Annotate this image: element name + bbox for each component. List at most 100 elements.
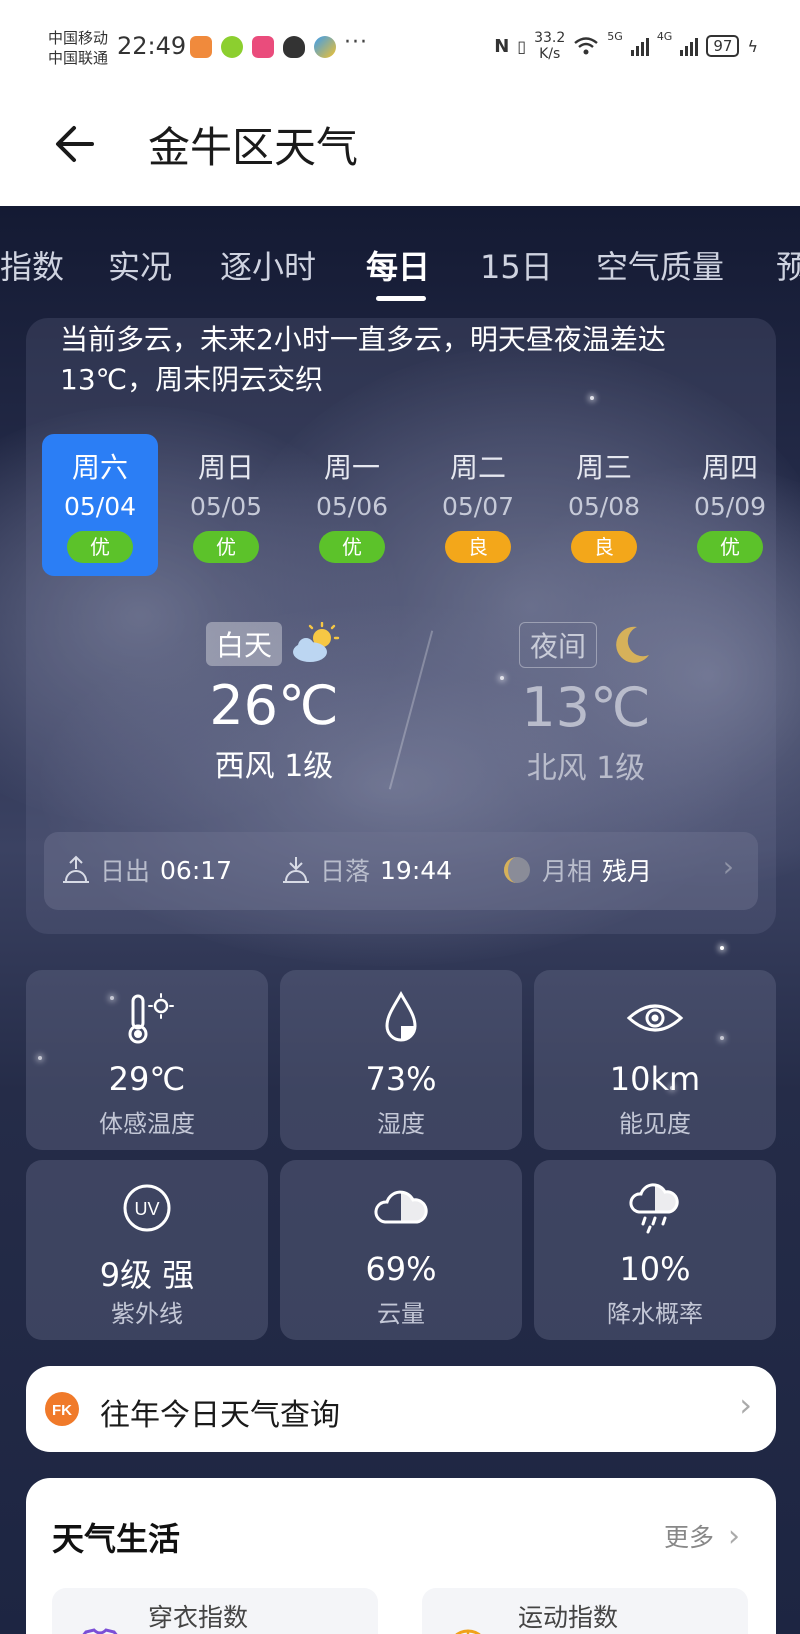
active-tab-indicator <box>376 296 426 301</box>
network-type-1: 5G <box>607 30 623 43</box>
tab-daily[interactable]: 每日 <box>366 242 430 288</box>
tab-air-quality[interactable]: 空气质量 <box>596 242 724 288</box>
historical-weather-button[interactable]: FK 往年今日天气查询 › <box>26 1366 776 1452</box>
moon-icon <box>616 626 649 663</box>
metric-label: 紫外线 <box>111 1300 183 1328</box>
metric-value: 9级 强 <box>99 1256 195 1294</box>
day-date: 05/06 <box>315 492 389 521</box>
battery-level: 97 <box>706 35 740 57</box>
daytime-forecast: 白天 26℃ 西风 1级 <box>134 622 414 785</box>
aqi-badge: 优 <box>697 531 763 563</box>
day-name: 周二 <box>449 451 506 484</box>
moon-phase-value: 残月 <box>602 857 653 886</box>
day-date: 05/07 <box>441 492 515 521</box>
day-date: 05/08 <box>567 492 641 521</box>
more-notifications-icon: ··· <box>344 30 368 55</box>
metric-visibility[interactable]: 10km 能见度 <box>534 970 776 1150</box>
day-date: 05/05 <box>189 492 263 521</box>
carrier-1: 中国移动 <box>48 29 109 47</box>
chevron-right-icon: › <box>739 1386 752 1424</box>
qq-icon <box>283 36 305 58</box>
status-bar: 中国移动 中国联通 22:49 ··· N ▯ 33.2 K/s 5G 4G 9… <box>0 0 800 90</box>
day-date: 05/04 <box>63 492 137 521</box>
section-title: 天气生活 <box>52 1520 181 1558</box>
wifi-icon <box>574 37 599 55</box>
day-item-tue[interactable]: 周二 05/07 良 <box>420 434 536 576</box>
metric-uv[interactable]: UV 9级 强 紫外线 <box>26 1160 268 1340</box>
metric-feels-like[interactable]: 29℃ 体感温度 <box>26 970 268 1150</box>
humidity-drop-icon <box>385 990 417 1042</box>
daytime-temperature: 26℃ <box>209 674 339 737</box>
day-selector: 周六 05/04 优 周日 05/05 优 周一 05/06 优 周二 05/0… <box>42 434 792 578</box>
day-item-wed[interactable]: 周三 05/08 良 <box>546 434 662 576</box>
status-time: 22:49 <box>117 32 187 60</box>
day-item-thu[interactable]: 周四 05/09 优 <box>672 434 788 576</box>
carrier-2: 中国联通 <box>48 49 109 67</box>
metric-value: 69% <box>365 1250 437 1288</box>
network-speed: 33.2 K/s <box>534 30 565 62</box>
tab-15day[interactable]: 15日 <box>480 242 553 288</box>
life-item-sports[interactable]: 运动指数 <box>422 1588 748 1634</box>
daytime-wind: 西风 1级 <box>214 749 334 784</box>
life-item-clothing[interactable]: 穿衣指数 <box>52 1588 378 1634</box>
browser-app-icon <box>314 36 336 58</box>
day-item-mon[interactable]: 周一 05/06 优 <box>294 434 410 576</box>
metric-value: 10km <box>609 1060 701 1098</box>
history-logo-icon: FK <box>45 1392 79 1426</box>
metric-label: 降水概率 <box>607 1300 703 1328</box>
day-item-sat[interactable]: 周六 05/04 优 <box>42 434 158 576</box>
weather-life-card: 天气生活 更多 › 穿衣指数 运动指数 <box>26 1478 776 1634</box>
aqi-badge: 优 <box>319 531 385 563</box>
tab-realtime[interactable]: 实况 <box>108 242 172 288</box>
aqi-badge: 良 <box>571 531 637 563</box>
back-arrow-icon[interactable] <box>52 116 108 172</box>
more-link[interactable]: 更多 › <box>664 1518 740 1554</box>
sunset-time: 19:44 <box>380 855 453 885</box>
notification-icons <box>190 36 336 58</box>
life-item-name: 穿衣指数 <box>148 1603 249 1632</box>
net-speed-unit: K/s <box>539 46 561 62</box>
tab-index[interactable]: 指数 <box>0 242 64 288</box>
more-label: 更多 <box>663 1523 714 1552</box>
signal-strength-2-icon <box>680 36 699 56</box>
sun-moon-row[interactable]: 日出 06:17 日落 19:44 月相 残月 › <box>44 832 758 910</box>
historical-weather-label: 往年今日天气查询 <box>100 1398 340 1433</box>
chevron-right-icon: › <box>728 1518 740 1554</box>
tab-forecast-partial[interactable]: 预 <box>776 242 800 288</box>
thermometer-icon <box>128 993 174 1044</box>
sunrise-info: 日出 06:17 <box>62 852 232 888</box>
day-name: 周六 <box>71 451 128 484</box>
metric-label: 云量 <box>377 1300 425 1328</box>
metric-label: 湿度 <box>377 1110 425 1138</box>
night-forecast: 夜间 13℃ 北风 1级 <box>446 622 726 787</box>
metric-value: 73% <box>365 1060 437 1098</box>
metric-cloud-cover[interactable]: 69% 云量 <box>280 1160 522 1340</box>
shopping-app-icon <box>190 36 212 58</box>
day-name: 周日 <box>197 451 254 484</box>
nfc-icon: N <box>494 35 510 57</box>
day-name: 周四 <box>701 451 758 484</box>
system-status: N ▯ 33.2 K/s 5G 4G 97 ϟ <box>494 30 758 62</box>
aqi-badge: 良 <box>445 531 511 563</box>
sunset-info: 日落 19:44 <box>282 852 452 888</box>
partly-cloudy-icon <box>293 622 340 662</box>
uv-icon: UV <box>123 1184 171 1232</box>
charging-icon: ϟ <box>747 36 758 56</box>
sunrise-icon <box>63 855 89 883</box>
night-wind: 北风 1级 <box>526 751 646 786</box>
forecast-tabs: 指数 实况 逐小时 每日 15日 空气质量 预 <box>0 206 800 306</box>
metric-label: 体感温度 <box>99 1110 195 1138</box>
svg-text:UV: UV <box>134 1199 159 1219</box>
metric-label: 能见度 <box>619 1110 691 1138</box>
network-type-2: 4G <box>656 30 673 43</box>
tab-hourly[interactable]: 逐小时 <box>220 242 316 288</box>
metric-precipitation[interactable]: 10% 降水概率 <box>534 1160 776 1340</box>
night-temperature: 13℃ <box>521 676 651 739</box>
day-date: 05/09 <box>693 492 767 521</box>
svg-text:FK: FK <box>52 1402 72 1419</box>
metric-humidity[interactable]: 73% 湿度 <box>280 970 522 1150</box>
day-item-sun[interactable]: 周日 05/05 优 <box>168 434 284 576</box>
chevron-right-icon: › <box>722 850 734 883</box>
daytime-label: 白天 <box>205 622 282 666</box>
day-name: 周一 <box>323 451 380 484</box>
